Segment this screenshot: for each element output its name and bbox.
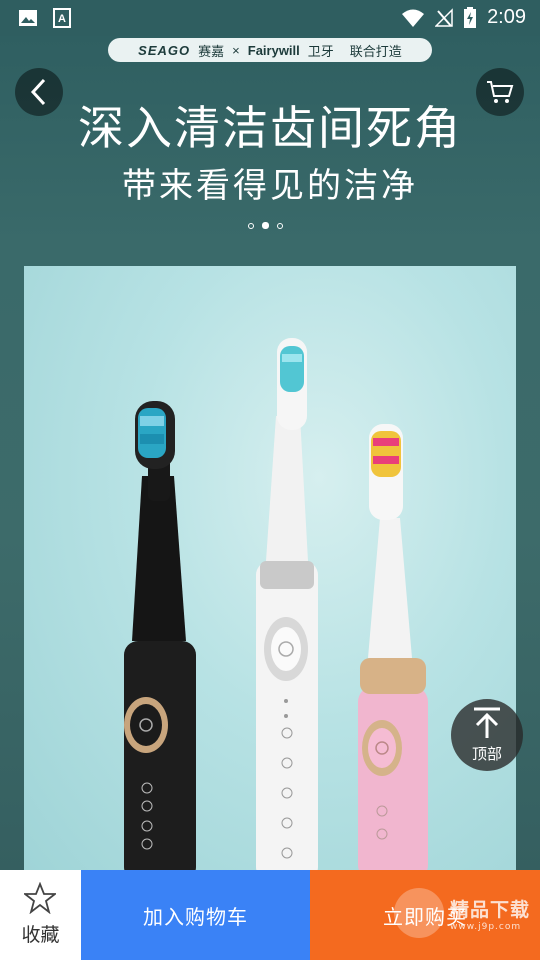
star-icon xyxy=(24,882,56,914)
brand2-cn-label: 卫牙 xyxy=(307,43,334,59)
brand1-cn-label: 赛嘉 xyxy=(198,43,225,59)
white-toothbrush xyxy=(256,338,318,870)
watermark-logo-icon xyxy=(393,888,444,938)
black-toothbrush xyxy=(124,401,196,870)
add-to-cart-label: 加入购物车 xyxy=(143,904,248,929)
status-time: 2:09 xyxy=(487,6,526,28)
brand2-label: Fairywill xyxy=(247,42,300,58)
favorite-button[interactable]: 收藏 xyxy=(0,870,81,960)
times-sign: × xyxy=(232,42,240,58)
watermark-url: www.j9p.com xyxy=(449,921,522,932)
buy-now-button[interactable]: 立即购买 精品下载 www.j9p.com xyxy=(310,870,540,960)
watermark-text: 精品下载 xyxy=(449,898,530,921)
favorite-label: 收藏 xyxy=(21,924,60,946)
back-to-top-button[interactable]: 顶部 xyxy=(451,699,523,771)
watermark: 精品下载 www.j9p.com xyxy=(393,888,530,938)
arrow-up-icon xyxy=(474,707,500,738)
carousel-indicator xyxy=(248,222,283,229)
product-hero: SEAGO 赛嘉 × Fairywill 卫牙 联合打造 深入清洁齿间死角 带来… xyxy=(0,36,540,870)
collab-label: 联合打造 xyxy=(349,43,402,59)
svg-text:A: A xyxy=(58,13,66,25)
no-signal-icon xyxy=(435,7,453,27)
carousel-dot-active[interactable] xyxy=(262,222,269,229)
product-photo xyxy=(24,266,516,870)
carousel-dot[interactable] xyxy=(277,222,283,229)
back-to-top-label: 顶部 xyxy=(471,745,502,763)
bottom-action-bar: 收藏 加入购物车 立即购买 精品下载 www.j9p.com xyxy=(0,870,540,960)
wifi-icon xyxy=(402,9,425,27)
headline: 深入清洁齿间死角 xyxy=(78,101,462,155)
image-icon xyxy=(19,10,37,26)
text-a-icon: A xyxy=(53,8,71,28)
brand1-label: SEAGO xyxy=(138,42,191,58)
status-bar: A 2:09 xyxy=(0,0,540,36)
subline: 带来看得见的洁净 xyxy=(122,166,418,206)
battery-charging-icon xyxy=(464,6,477,28)
add-to-cart-button[interactable]: 加入购物车 xyxy=(81,870,310,960)
pink-toothbrush xyxy=(358,424,428,870)
carousel-dot[interactable] xyxy=(248,222,254,229)
toothbrushes-illustration xyxy=(124,338,428,870)
brand-pill: SEAGO 赛嘉 × Fairywill 卫牙 联合打造 xyxy=(108,38,432,62)
